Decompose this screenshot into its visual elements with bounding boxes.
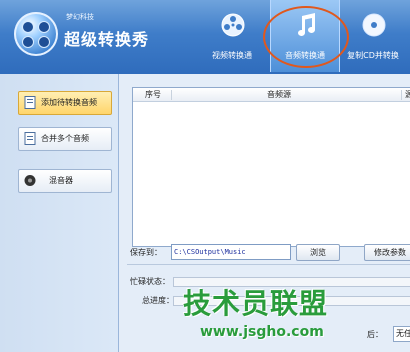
total-progress-label: 总进度： [142,296,174,305]
sidebar: 添加待转换音频 合并多个音频 混音器 [0,74,119,352]
brand-subtitle: 梦幻科技 [66,13,94,21]
save-path-input[interactable]: C:\CSOutput\Music [171,244,291,260]
column-index: 序号 [145,90,161,99]
column-audio-source: 音频源 [267,90,291,99]
merge-audio-button[interactable]: 合并多个音频 [18,127,112,151]
merge-file-icon [24,132,36,145]
audio-list[interactable]: 序号 音频源 源 [132,87,410,247]
busy-status-label: 忙碌状态： [130,277,170,286]
audio-file-icon [24,96,36,109]
tab-label: 视频转换通 [212,51,252,60]
speaker-icon [24,175,36,186]
list-header: 序号 音频源 源 [133,88,410,102]
app-header: 梦幻科技 超级转换秀 视频转换通 音频转换通 复制CD并转换 [0,0,410,74]
highlight-circle [263,6,349,68]
watermark-url: www.jsgho.com [200,324,324,340]
column-divider [171,90,172,100]
after-complete-label: 后： [367,330,383,339]
column-divider [401,90,402,100]
watermark-text: 技术员联盟 [183,287,329,320]
cd-disc-icon [362,13,386,37]
tab-label: 复制CD并转换 [347,51,399,60]
film-reel-icon [221,13,245,37]
column-source: 源 [405,90,410,99]
add-audio-button[interactable]: 添加待转换音频 [18,91,112,115]
sidebar-item-label: 添加待转换音频 [41,98,97,107]
mixer-button[interactable]: 混音器 [18,169,112,193]
app-title: 超级转换秀 [64,30,150,49]
tab-copy-cd[interactable]: 复制CD并转换 [339,0,407,72]
sidebar-item-label: 合并多个音频 [41,134,89,143]
divider [127,264,410,265]
modify-params-button[interactable]: 修改参数 [364,244,410,261]
save-label: 保存到： [130,248,162,257]
sidebar-item-label: 混音器 [49,176,73,185]
after-complete-select[interactable]: 无任 [393,326,410,342]
tab-video-convert[interactable]: 视频转换通 [198,0,266,72]
app-logo-icon [14,12,58,56]
browse-button[interactable]: 浏览 [296,244,340,261]
